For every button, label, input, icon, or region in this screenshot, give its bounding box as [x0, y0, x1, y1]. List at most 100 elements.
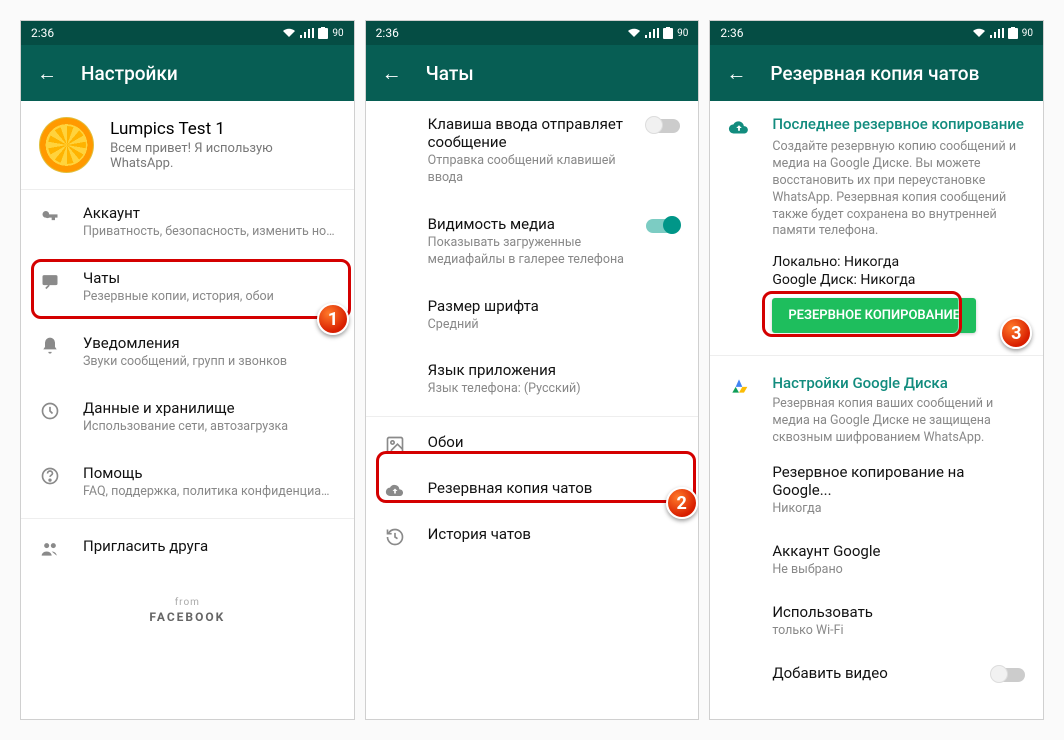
content: Клавиша ввода отправляет сообщение Отпра…: [366, 101, 699, 719]
backup-title: Резервная копия чатов: [428, 479, 681, 497]
row-chats[interactable]: Чаты Резервные копии, история, обои: [21, 255, 354, 320]
screen-settings: 2:36 90 ← Настройки Lumpics Test 1 Всем …: [20, 20, 355, 720]
wall-title: Обои: [428, 433, 681, 451]
battery-text: 90: [1022, 28, 1033, 39]
page-title: Резервная копия чатов: [770, 62, 979, 85]
toggle-media[interactable]: [646, 219, 680, 233]
row-backup-freq[interactable]: Резервное копирование на Google... Никог…: [710, 451, 1043, 530]
wifi-icon: [627, 28, 641, 38]
media-title: Видимость медиа: [428, 215, 625, 233]
wifi-icon: [282, 28, 296, 38]
last-backup-heading: Последнее резервное копирование: [772, 115, 1025, 133]
status-bar: 2:36 90: [21, 21, 354, 45]
row-wallpaper[interactable]: Обои: [366, 421, 699, 467]
notif-title: Уведомления: [83, 334, 336, 352]
back-icon[interactable]: ←: [37, 61, 57, 86]
row-google-account[interactable]: Аккаунт Google Не выбрано: [710, 530, 1043, 591]
net-sub: только Wi-Fi: [772, 623, 1025, 640]
clock: 2:36: [376, 26, 399, 40]
section-last-backup: Последнее резервное копирование Создайте…: [710, 101, 1043, 351]
battery-icon: [663, 27, 673, 39]
font-title: Размер шрифта: [428, 297, 681, 315]
gdrive-icon: [728, 376, 750, 396]
app-bar: ← Резервная копия чатов: [710, 45, 1043, 101]
data-title: Данные и хранилище: [83, 399, 336, 417]
data-sub: Использование сети, автозагрузка: [83, 419, 336, 436]
wallpaper-icon: [384, 435, 406, 455]
page-title: Чаты: [426, 62, 474, 85]
toggle-video[interactable]: [991, 668, 1025, 682]
account-title: Аккаунт: [83, 204, 336, 222]
backup-button[interactable]: РЕЗЕРВНОЕ КОПИРОВАНИЕ: [772, 298, 976, 333]
row-account[interactable]: Аккаунт Приватность, безопасность, измен…: [21, 190, 354, 255]
app-bar: ← Настройки: [21, 45, 354, 101]
signal-icon: [990, 28, 1004, 38]
data-icon: [39, 401, 61, 421]
row-help[interactable]: Помощь FAQ, поддержка, политика конфиден…: [21, 450, 354, 515]
back-icon[interactable]: ←: [726, 61, 746, 86]
battery-icon: [318, 27, 328, 39]
history-title: История чатов: [428, 525, 681, 543]
acct-title: Аккаунт Google: [772, 542, 1025, 560]
history-icon: [384, 527, 406, 547]
enter-sub: Отправка сообщений клавишей ввода: [428, 153, 625, 187]
avatar: [39, 117, 94, 173]
lang-title: Язык приложения: [428, 361, 681, 379]
profile-row[interactable]: Lumpics Test 1 Всем привет! Я использую …: [21, 101, 354, 190]
local-backup: Локально: Никогда: [772, 254, 1025, 270]
signal-icon: [300, 28, 314, 38]
account-sub: Приватность, безопасность, изменить номе…: [83, 224, 336, 241]
row-notifications[interactable]: Уведомления Звуки сообщений, групп и зво…: [21, 320, 354, 385]
content: Lumpics Test 1 Всем привет! Я использую …: [21, 101, 354, 719]
acct-sub: Не выбрано: [772, 562, 1025, 579]
font-sub: Средний: [428, 317, 681, 334]
freq-sub: Никогда: [772, 501, 1025, 518]
people-icon: [39, 539, 61, 559]
cloud-up-icon: [728, 117, 750, 139]
section-gdrive: Настройки Google Диска Резервная копия в…: [710, 360, 1043, 451]
wifi-icon: [972, 28, 986, 38]
row-include-video[interactable]: Добавить видео: [710, 652, 1043, 694]
last-backup-desc: Создайте резервную копию сообщений и мед…: [772, 139, 1025, 240]
lang-sub: Язык телефона: (Русский): [428, 381, 681, 398]
video-title: Добавить видео: [772, 664, 969, 682]
row-invite[interactable]: Пригласить друга: [21, 523, 354, 573]
chat-icon: [39, 271, 61, 291]
signal-icon: [645, 28, 659, 38]
freq-title: Резервное копирование на Google...: [772, 463, 1025, 499]
help-title: Помощь: [83, 464, 336, 482]
screen-chats: 2:36 90 ← Чаты Клавиша ввода отправляет …: [365, 20, 700, 720]
toggle-enter[interactable]: [646, 119, 680, 133]
from-facebook: from FACEBOOK: [21, 597, 354, 624]
divider: [366, 416, 699, 417]
profile-name: Lumpics Test 1: [110, 119, 336, 139]
bell-icon: [39, 336, 61, 356]
battery-text: 90: [677, 28, 688, 39]
invite-title: Пригласить друга: [83, 537, 336, 555]
enter-title: Клавиша ввода отправляет сообщение: [428, 115, 625, 151]
row-app-language[interactable]: Язык приложения Язык телефона: (Русский): [366, 347, 699, 412]
row-network[interactable]: Использовать только Wi-Fi: [710, 591, 1043, 652]
screen-backup: 2:36 90 ← Резервная копия чатов Последне…: [709, 20, 1044, 720]
row-font-size[interactable]: Размер шрифта Средний: [366, 283, 699, 348]
row-data[interactable]: Данные и хранилище Использование сети, а…: [21, 385, 354, 450]
row-enter-sends[interactable]: Клавиша ввода отправляет сообщение Отпра…: [366, 101, 699, 201]
chats-sub: Резервные копии, история, обои: [83, 289, 336, 306]
profile-status: Всем привет! Я использую WhatsApp.: [110, 141, 336, 171]
page-title: Настройки: [81, 62, 178, 85]
help-sub: FAQ, поддержка, политика конфиденциаль..…: [83, 484, 336, 501]
status-bar: 2:36 90: [710, 21, 1043, 45]
gd-heading: Настройки Google Диска: [772, 374, 1025, 392]
clock: 2:36: [720, 26, 743, 40]
cloud-up-icon: [384, 481, 406, 501]
notif-sub: Звуки сообщений, групп и звонков: [83, 354, 336, 371]
battery-icon: [1008, 27, 1018, 39]
help-icon: [39, 466, 61, 486]
gdrive-backup: Google Диск: Никогда: [772, 272, 1025, 288]
row-media-visibility[interactable]: Видимость медиа Показывать загруженные м…: [366, 201, 699, 283]
net-title: Использовать: [772, 603, 1025, 621]
row-chat-backup[interactable]: Резервная копия чатов: [366, 467, 699, 513]
back-icon[interactable]: ←: [382, 61, 402, 86]
status-bar: 2:36 90: [366, 21, 699, 45]
row-chat-history[interactable]: История чатов: [366, 513, 699, 559]
